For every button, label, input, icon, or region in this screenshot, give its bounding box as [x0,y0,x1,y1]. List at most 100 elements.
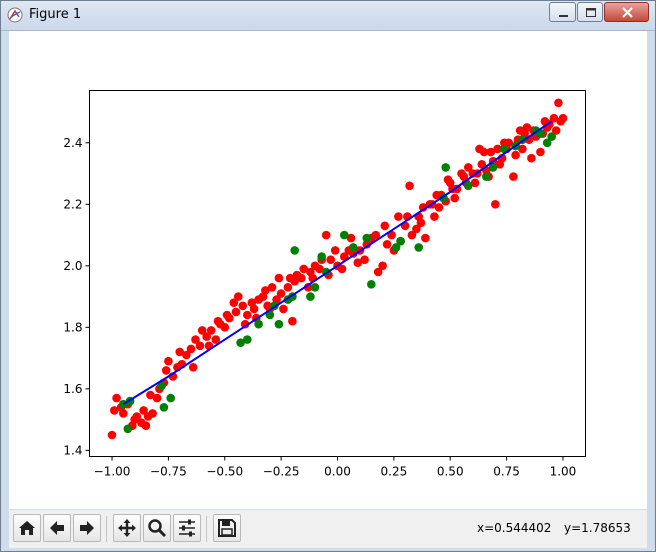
green-point [166,393,175,403]
red-point [558,113,568,123]
close-button[interactable] [604,2,649,22]
green-point [414,243,424,252]
home-button[interactable] [13,514,41,542]
green-point [159,403,169,412]
green-point [547,132,556,141]
toolbar-separator [206,516,207,542]
red-point [509,172,518,181]
red-point [206,326,216,335]
red-point [220,323,230,332]
green-point [310,283,320,292]
x-tick-label: 0.75 [493,465,520,479]
red-point [231,307,241,317]
app-icon [7,7,23,23]
subplots-button[interactable] [173,514,201,542]
green-point [482,172,491,181]
figure-window: Figure 1 −1.00 −0.75 −0.50 −0.25 0.00 0.25 0.5… [0,0,656,552]
red-point [382,240,392,249]
green-point [274,319,284,329]
floppy-icon [218,519,236,537]
y-tick-label: 2.4 [63,136,82,150]
maximize-button[interactable] [577,2,603,22]
red-point [297,273,306,283]
move-icon [118,519,136,537]
cursor-y-readout: y=1.78653 [564,521,631,535]
red-point [225,313,234,323]
green-point [254,319,263,329]
green-point [317,252,327,261]
green-point [464,181,473,191]
red-point [152,393,162,403]
window-title: Figure 1 [29,7,82,22]
green-point [123,424,133,434]
red-point [321,230,331,240]
x-tick-label: 0.25 [381,465,408,479]
title-bar[interactable]: Figure 1 [1,1,655,31]
x-tick-label: −0.25 [263,465,300,479]
red-point [430,212,439,221]
red-point [326,255,336,264]
close-icon [622,7,633,18]
red-point [380,221,390,231]
save-button[interactable] [213,514,241,542]
red-point [107,430,117,440]
green-point [290,246,300,255]
red-point [288,316,297,326]
back-button[interactable] [43,514,71,542]
green-point [306,292,315,301]
x-tick-label: 1.00 [550,465,577,479]
red-point [249,304,259,314]
red-point [491,200,500,209]
home-icon [19,521,35,535]
red-point [276,289,286,298]
red-point [416,218,426,228]
red-point [283,283,293,292]
red-point [119,409,128,418]
red-point [161,366,171,375]
pan-button[interactable] [113,514,141,542]
red-point [378,261,387,271]
green-point [367,280,376,289]
green-point [396,236,405,246]
red-point [511,150,520,160]
red-point [188,363,198,372]
red-point [360,255,369,264]
sliders-icon [179,519,195,537]
y-tick-label: 1.8 [63,320,82,334]
red-point [274,273,284,283]
x-tick-label: −0.50 [206,465,243,479]
forward-button[interactable] [73,514,101,542]
maximize-icon [586,8,596,17]
red-point [330,246,340,255]
red-point [405,181,414,191]
green-point [441,163,451,172]
red-point [195,341,205,351]
green-point [340,230,349,240]
red-point [234,292,243,301]
x-tick-label: −1.00 [94,465,131,479]
red-point [141,421,151,431]
red-point [527,153,536,163]
red-point [421,233,430,243]
y-tick-label: 2.0 [63,259,82,273]
navigation-toolbar: x=0.544402 y=1.78653 [9,510,647,548]
figure-canvas[interactable]: −1.00 −0.75 −0.50 −0.25 0.00 0.25 0.50 0.75 1.00… [9,31,647,509]
green-point [362,233,372,243]
y-tick-label: 2.2 [63,197,82,211]
red-point [554,98,563,108]
zoom-button[interactable] [143,514,171,542]
red-point [148,409,157,418]
red-point [267,283,277,292]
red-point [112,393,121,403]
arrow-left-icon [50,521,64,535]
red-point [536,147,545,157]
x-tick-label: 0.50 [437,465,464,479]
red-point [450,193,460,203]
green-point [243,335,252,344]
green-point [349,243,358,252]
minimize-button[interactable] [549,2,576,22]
red-point [238,301,248,311]
red-point [434,203,444,212]
toolbar-separator [106,516,107,542]
red-point [279,304,288,314]
